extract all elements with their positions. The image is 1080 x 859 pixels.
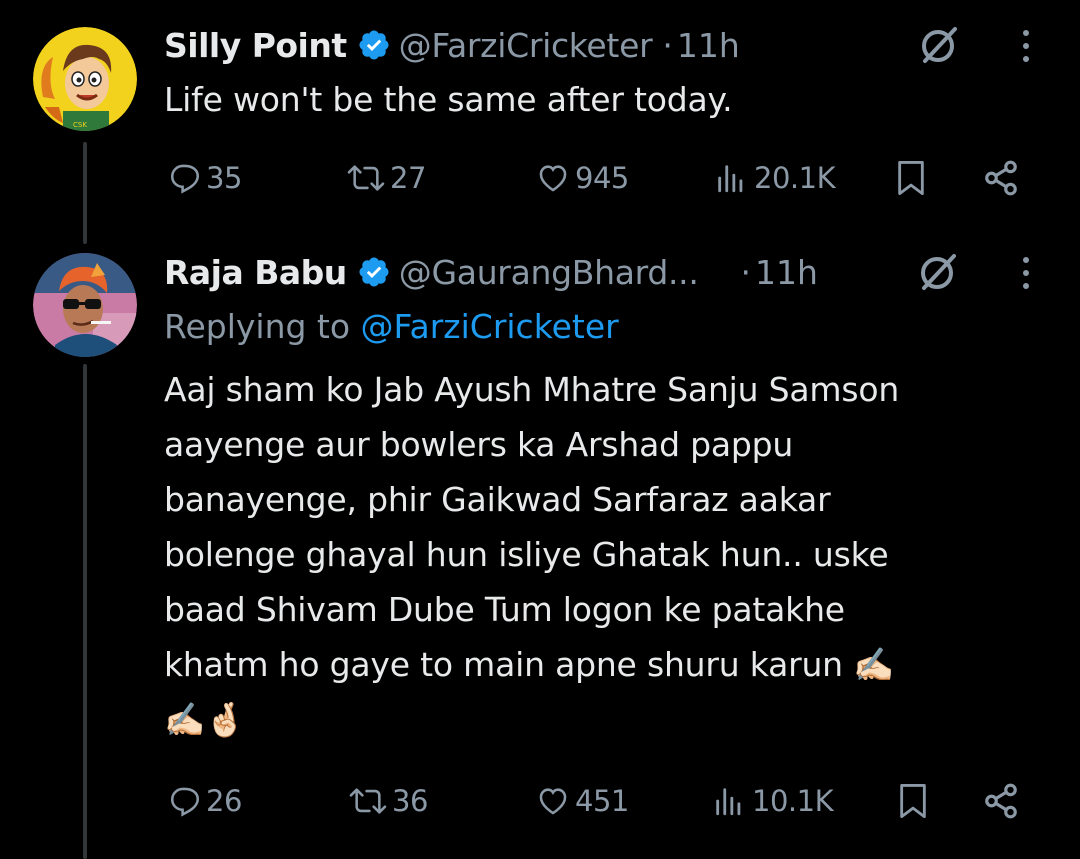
repost-count: 27 (390, 161, 426, 195)
tweet-text-line: khatm ho gaye to main apne shuru karun ✍… (164, 645, 895, 684)
display-name[interactable]: Raja Babu (164, 253, 347, 292)
more-options-icon[interactable] (1016, 253, 1036, 293)
like-count: 451 (575, 784, 629, 818)
separator-dot: · (740, 252, 752, 292)
tweet-silly-point[interactable]: Silly Point @FarziCricketer · 11h Life w… (164, 20, 1060, 127)
views-button[interactable]: 20.1K (712, 153, 836, 203)
timestamp[interactable]: 11h (755, 253, 818, 292)
like-button[interactable]: 451 (535, 776, 629, 826)
tweet-text: Life won't be the same after today. (164, 80, 733, 119)
share-icon (985, 160, 1017, 196)
user-handle[interactable]: @GaurangBhard... (399, 253, 699, 292)
replying-prefix: Replying to (164, 307, 351, 346)
views-count: 20.1K (754, 161, 836, 195)
tweet-text-line: baad Shivam Dube Tum logon ke patakhe (164, 590, 845, 629)
repost-button[interactable]: 36 (348, 776, 428, 826)
reply-button[interactable]: 26 (168, 776, 242, 826)
more-options-icon[interactable] (1016, 26, 1036, 66)
thread-connector-line (83, 142, 87, 244)
reply-icon (170, 164, 200, 194)
views-button[interactable]: 10.1K (710, 776, 834, 826)
display-name[interactable]: Silly Point (164, 26, 347, 65)
verified-badge-icon (357, 255, 391, 289)
reply-button[interactable]: 35 (168, 153, 242, 203)
grok-icon[interactable] (916, 250, 960, 294)
sunglasses-avatar-icon (33, 253, 137, 357)
tweet-actions-bar: 35 27 945 20.1K (164, 153, 1034, 203)
like-button[interactable]: 945 (535, 153, 629, 203)
tweet-header: Silly Point @FarziCricketer · 11h (164, 20, 1060, 70)
tweet-text: Aaj sham ko Jab Ayush Mhatre Sanju Samso… (164, 362, 1060, 747)
replying-to-handle-link[interactable]: @FarziCricketer (361, 307, 619, 346)
share-icon (985, 783, 1017, 819)
repost-button[interactable]: 27 (346, 153, 426, 203)
share-button[interactable] (982, 153, 1020, 203)
repost-icon (347, 165, 385, 191)
timestamp[interactable]: 11h (677, 26, 740, 65)
verified-badge-icon (357, 28, 391, 62)
heart-icon (539, 165, 567, 192)
tweet-text-line: Aaj sham ko Jab Ayush Mhatre Sanju Samso… (164, 370, 900, 409)
bookmark-button[interactable] (894, 153, 928, 203)
repost-count: 36 (392, 784, 428, 818)
repost-icon (349, 788, 387, 814)
heart-icon (539, 788, 567, 815)
views-icon (716, 788, 741, 816)
reply-count: 26 (206, 784, 242, 818)
tweet-raja-babu[interactable]: Raja Babu @GaurangBhard... · 11h Replyin… (164, 247, 1060, 747)
tweet-actions-bar: 26 36 451 10.1K (164, 776, 1034, 826)
reply-icon (170, 787, 200, 817)
tweet-text-line: aayenge aur bowlers ka Arshad pappu (164, 425, 794, 464)
tweet-text-line: bolenge ghayal hun isliye Ghatak hun.. u… (164, 535, 889, 574)
thread-connector-line (83, 364, 87, 859)
like-count: 945 (575, 161, 629, 195)
tweet-text-line: ✍🏻🤞🏻 (164, 700, 246, 739)
views-icon (718, 165, 743, 193)
tweet-text-line: banayenge, phir Gaikwad Sarfaraz aakar (164, 480, 831, 519)
separator-dot: · (662, 25, 673, 65)
bookmark-button[interactable] (896, 776, 930, 826)
bookmark-icon (900, 784, 926, 818)
share-button[interactable] (982, 776, 1020, 826)
replying-to-line: Replying to @FarziCricketer (164, 303, 1060, 351)
tweet-header: Raja Babu @GaurangBhard... · 11h (164, 247, 1060, 297)
cartoon-avatar-icon: CSK (33, 27, 137, 131)
avatar-raja-babu[interactable] (33, 253, 137, 357)
reply-count: 35 (206, 161, 242, 195)
svg-text:CSK: CSK (73, 121, 87, 129)
grok-icon[interactable] (917, 23, 961, 67)
user-handle[interactable]: @FarziCricketer (399, 26, 653, 65)
views-count: 10.1K (752, 784, 834, 818)
bookmark-icon (898, 161, 924, 195)
avatar-silly-point[interactable]: CSK (33, 27, 137, 131)
